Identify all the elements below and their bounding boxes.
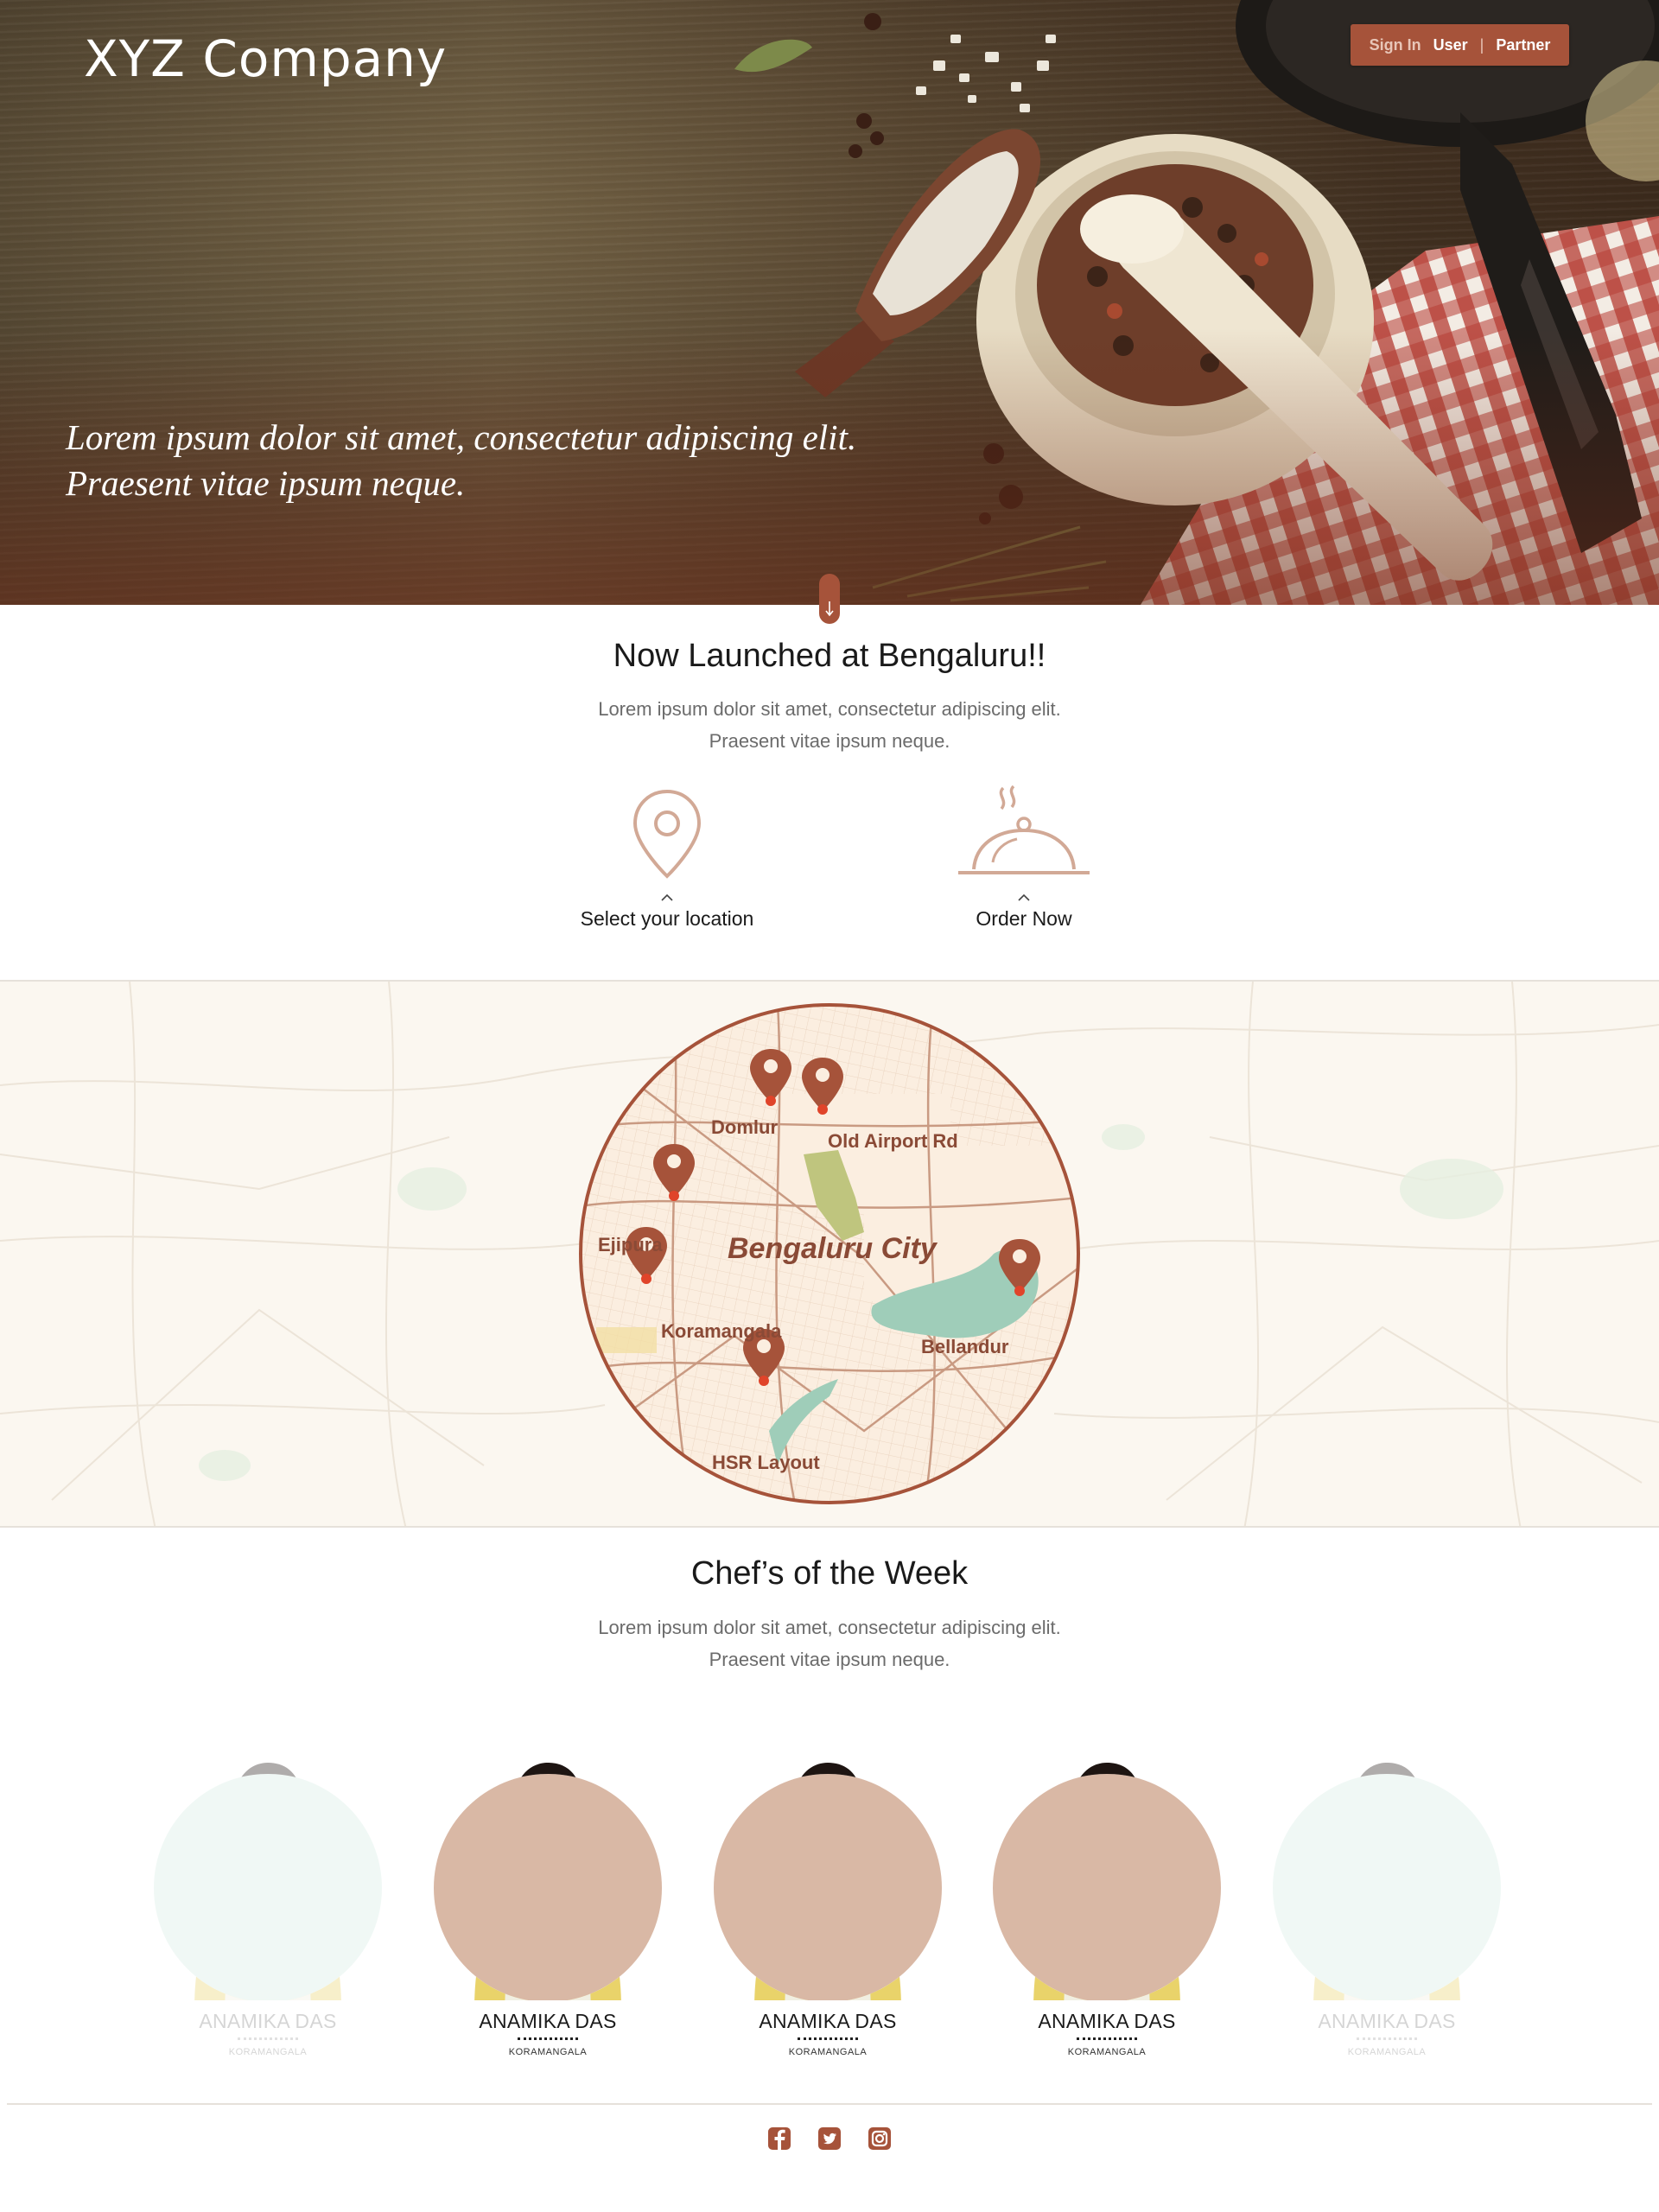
chef-card[interactable]: ANAMIKA DAS KORAMANGALA xyxy=(702,1715,953,2057)
auth-separator: | xyxy=(1479,35,1484,54)
chef-avatar xyxy=(154,1763,382,2002)
chef-name: ANAMIKA DAS xyxy=(1038,2010,1176,2032)
chef-location: KORAMANGALA xyxy=(1347,2047,1427,2057)
caret-up-icon xyxy=(661,893,673,901)
chefs-subtitle-line-1: Lorem ipsum dolor sit amet, consectetur … xyxy=(598,1617,1061,1638)
chef-card[interactable]: ANAMIKA DAS KORAMANGALA xyxy=(423,1715,673,2057)
partner-link[interactable]: Partner xyxy=(1496,36,1550,54)
chef-name-underline xyxy=(518,2037,578,2040)
sign-in-label: Sign In xyxy=(1369,35,1421,54)
chef-card[interactable]: ANAMIKA DAS KORAMANGALA xyxy=(143,1715,393,2057)
map-city-label: Bengaluru City xyxy=(728,1232,937,1265)
chefs-subtitle-line-2: Praesent vitae ipsum neque. xyxy=(709,1649,950,1670)
map-label-old-airport-rd[interactable]: Old Airport Rd xyxy=(828,1130,958,1153)
chef-name-underline xyxy=(798,2037,858,2040)
chef-avatar xyxy=(1273,1763,1501,2002)
map-label-hsr-layout[interactable]: HSR Layout xyxy=(712,1452,820,1474)
chef-card[interactable]: ANAMIKA DAS KORAMANGALA xyxy=(1262,1715,1512,2057)
hero-banner: XYZ Company Sign In User | Partner Lorem… xyxy=(0,0,1659,605)
facebook-icon[interactable] xyxy=(768,2127,791,2150)
feature-order-now[interactable]: Order Now xyxy=(886,783,1162,931)
scroll-down-button[interactable] xyxy=(819,574,840,624)
chef-location: KORAMANGALA xyxy=(508,2047,588,2057)
auth-bar: Sign In User | Partner xyxy=(1351,24,1569,66)
chef-name-underline xyxy=(1077,2037,1137,2040)
launch-subtitle-line-1: Lorem ipsum dolor sit amet, consectetur … xyxy=(598,698,1061,720)
chef-name: ANAMIKA DAS xyxy=(1318,2010,1456,2032)
launch-subtitle: Lorem ipsum dolor sit amet, consectetur … xyxy=(0,693,1659,757)
chef-avatar xyxy=(714,1763,942,2002)
social-links xyxy=(0,2127,1659,2150)
launch-subtitle-line-2: Praesent vitae ipsum neque. xyxy=(709,730,950,752)
chef-name: ANAMIKA DAS xyxy=(479,2010,617,2032)
chef-name: ANAMIKA DAS xyxy=(759,2010,897,2032)
map-label-bellandur[interactable]: Bellandur xyxy=(921,1336,1008,1358)
tagline-line-1: Lorem ipsum dolor sit amet, consectetur … xyxy=(66,417,857,457)
chef-name: ANAMIKA DAS xyxy=(199,2010,337,2032)
caret-up-icon xyxy=(1018,893,1030,901)
twitter-icon[interactable] xyxy=(818,2127,841,2150)
chef-name-underline xyxy=(1357,2037,1417,2040)
brand-logo[interactable]: XYZ Company xyxy=(84,29,447,88)
feature-select-location[interactable]: Select your location xyxy=(529,786,805,931)
chef-location: KORAMANGALA xyxy=(788,2047,868,2057)
footer-divider xyxy=(7,2103,1652,2105)
chefs-title: Chef’s of the Week xyxy=(690,1555,969,1592)
chef-avatar xyxy=(434,1763,662,2002)
feature-label: Select your location xyxy=(580,907,754,930)
instagram-icon[interactable] xyxy=(868,2127,891,2150)
chef-name-underline xyxy=(238,2037,298,2040)
chef-avatar xyxy=(993,1763,1221,2002)
chef-location: KORAMANGALA xyxy=(228,2047,308,2057)
arrow-down-icon xyxy=(825,601,834,617)
map-label-ejipura[interactable]: Ejipura xyxy=(598,1234,663,1256)
city-map[interactable]: Domlur Old Airport Rd Ejipura Koramangal… xyxy=(0,980,1659,1528)
chefs-subtitle: Lorem ipsum dolor sit amet, consectetur … xyxy=(0,1611,1659,1675)
location-pin-icon xyxy=(632,789,702,879)
chef-card[interactable]: ANAMIKA DAS KORAMANGALA xyxy=(982,1715,1232,2057)
tagline-line-2: Praesent vitae ipsum neque. xyxy=(66,463,466,503)
map-label-domlur[interactable]: Domlur xyxy=(711,1116,778,1139)
cloche-icon xyxy=(958,785,1090,874)
hero-tagline: Lorem ipsum dolor sit amet, consectetur … xyxy=(66,415,856,506)
chef-location: KORAMANGALA xyxy=(1067,2047,1147,2057)
map-label-koramangala[interactable]: Koramangala xyxy=(661,1320,781,1343)
user-link[interactable]: User xyxy=(1433,36,1468,54)
launch-title: Now Launched at Bengaluru!! xyxy=(613,638,1046,674)
feature-label: Order Now xyxy=(976,907,1072,930)
